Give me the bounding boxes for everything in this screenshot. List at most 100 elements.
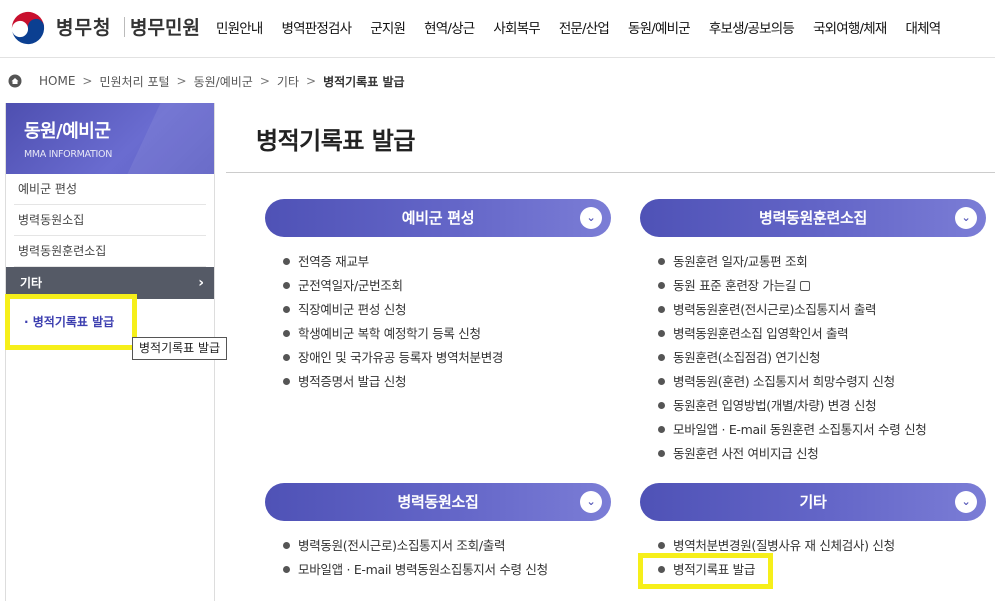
bullet-icon [658,258,665,265]
brand-name[interactable]: 병무청 [56,13,111,40]
section-header[interactable]: 기타 ⌄ [640,483,986,521]
bullet-icon [283,306,290,313]
bullet-icon [283,282,290,289]
government-logo-icon[interactable] [8,8,48,48]
section-list: 동원훈련 일자/교통편 조회 동원 표준 훈련장 가는길 병력동원훈련(전시근로… [640,250,986,466]
bullet-icon [283,330,290,337]
breadcrumb-separator: > [306,74,317,88]
gnb-item[interactable]: 전문/산업 [559,17,610,37]
bullet-icon [658,354,665,361]
highlight-box [5,294,137,350]
gnb-item[interactable]: 병역판정검사 [281,17,352,37]
breadcrumb-separator: > [82,74,93,88]
list-item-label: 동원 표준 훈련장 가는길 [673,278,797,293]
gnb-item[interactable]: 후보생/공보의등 [709,17,795,37]
global-nav: 민원안내 병역판정검사 군지원 현역/상근 사회복무 전문/산업 동원/예비군 … [216,17,959,37]
gnb-item[interactable]: 대체역 [905,17,941,37]
list-item-label: 동원훈련 사전 여비지급 신청 [673,446,819,461]
list-item[interactable]: 군전역일자/군번조회 [283,274,611,298]
section-title: 예비군 편성 [401,209,475,227]
list-item[interactable]: 동원훈련 일자/교통편 조회 [658,250,986,274]
section-title: 병력동원훈련소집 [758,209,867,227]
sidebar-item-reserve-formation[interactable]: 예비군 편성 [14,174,206,205]
section-header[interactable]: 병력동원소집 ⌄ [265,483,611,521]
section-header[interactable]: 병력동원훈련소집 ⌄ [640,199,986,237]
list-item-label: 병적증명서 발급 신청 [298,374,407,389]
bullet-icon [658,306,665,313]
gnb-item[interactable]: 군지원 [370,17,406,37]
section-mobilization-call: 병력동원소집 ⌄ 병력동원(전시근로)소집통지서 조회/출력 모바일앱 · E-… [265,483,611,582]
chevron-down-icon[interactable]: ⌄ [580,207,602,229]
list-item[interactable]: 모바일앱 · E-mail 동원훈련 소집통지서 수령 신청 [658,418,986,442]
list-item-label: 동원훈련(소집점검) 연기신청 [673,350,821,365]
breadcrumb-home[interactable]: HOME [39,74,75,88]
bullet-icon [283,378,290,385]
document-icon [800,281,811,291]
section-list: 병력동원(전시근로)소집통지서 조회/출력 모바일앱 · E-mail 병력동원… [265,534,611,582]
gnb-item[interactable]: 동원/예비군 [628,17,691,37]
breadcrumb-item[interactable]: 민원처리 포털 [99,73,169,90]
list-item-label: 장애인 및 국가유공 등록자 병역처분변경 [298,350,504,365]
tooltip: 병적기록표 발급 [132,337,228,360]
bullet-icon [283,542,290,549]
gnb-item[interactable]: 민원안내 [216,17,263,37]
list-item[interactable]: 직장예비군 편성 신청 [283,298,611,322]
list-item[interactable]: 모바일앱 · E-mail 병력동원소집통지서 수령 신청 [283,558,611,582]
title-divider [226,172,995,173]
section-title: 기타 [799,493,827,511]
list-item[interactable]: 학생예비군 복학 예정학기 등록 신청 [283,322,611,346]
section-header[interactable]: 예비군 편성 ⌄ [265,199,611,237]
list-item[interactable]: 동원훈련(소집점검) 연기신청 [658,346,986,370]
highlight-box [638,553,773,589]
breadcrumb-item[interactable]: 동원/예비군 [194,73,253,90]
list-item-label: 병력동원훈련소집 입영확인서 출력 [673,326,849,341]
sidebar-header: 동원/예비군 MMA INFORMATION [6,103,214,174]
list-item[interactable]: 병력동원훈련(전시근로)소집통지서 출력 [658,298,986,322]
list-item[interactable]: 동원 표준 훈련장 가는길 [658,274,986,298]
page-title: 병적기록표 발급 [256,127,415,155]
list-item-label: 동원훈련 일자/교통편 조회 [673,254,808,269]
sidebar-subtitle: MMA INFORMATION [24,149,113,160]
list-item[interactable]: 동원훈련 사전 여비지급 신청 [658,442,986,466]
section-mobilization-training: 병력동원훈련소집 ⌄ 동원훈련 일자/교통편 조회 동원 표준 훈련장 가는길 … [640,199,986,466]
list-item-label: 동원훈련 입영방법(개별/차량) 변경 신청 [673,398,877,413]
gnb-item[interactable]: 사회복무 [493,17,540,37]
breadcrumb-separator: > [176,74,187,88]
list-item[interactable]: 장애인 및 국가유공 등록자 병역처분변경 [283,346,611,370]
sidebar-item-mobilization-call[interactable]: 병력동원소집 [14,205,206,236]
gnb-item[interactable]: 국외여행/체재 [813,17,887,37]
list-item[interactable]: 동원훈련 입영방법(개별/차량) 변경 신청 [658,394,986,418]
bullet-icon [658,450,665,457]
sidebar-item-label: 기타 [20,276,43,290]
site-header: 병무청 병무민원 민원안내 병역판정검사 군지원 현역/상근 사회복무 전문/산… [0,0,995,58]
list-item-label: 모바일앱 · E-mail 동원훈련 소집통지서 수령 신청 [673,422,927,437]
home-icon[interactable] [8,74,22,88]
list-item-label: 군전역일자/군번조회 [298,278,403,293]
bullet-icon [658,426,665,433]
bullet-icon [283,258,290,265]
chevron-down-icon[interactable]: ⌄ [580,491,602,513]
gnb-item[interactable]: 현역/상근 [424,17,475,37]
sidebar-item-mobilization-training[interactable]: 병력동원훈련소집 [14,236,206,267]
list-item[interactable]: 전역증 재교부 [283,250,611,274]
bullet-icon [658,402,665,409]
brand-subtitle[interactable]: 병무민원 [130,13,200,40]
list-item[interactable]: 병력동원(훈련) 소집통지서 희망수령지 신청 [658,370,986,394]
bullet-icon [658,378,665,385]
list-item[interactable]: 병력동원(전시근로)소집통지서 조회/출력 [283,534,611,558]
section-title: 병력동원소집 [397,493,479,511]
chevron-right-icon: › [198,275,204,291]
breadcrumb-item[interactable]: 기타 [277,73,299,90]
list-item[interactable]: 병적증명서 발급 신청 [283,370,611,394]
section-reserve-formation: 예비군 편성 ⌄ 전역증 재교부 군전역일자/군번조회 직장예비군 편성 신청 … [265,199,611,394]
list-item-label: 병력동원(훈련) 소집통지서 희망수령지 신청 [673,374,895,389]
brand-divider [124,17,125,37]
chevron-down-icon[interactable]: ⌄ [955,491,977,513]
breadcrumb-current: 병적기록표 발급 [323,74,405,89]
list-item[interactable]: 병력동원훈련소집 입영확인서 출력 [658,322,986,346]
chevron-down-icon[interactable]: ⌄ [955,207,977,229]
list-item-label: 병력동원훈련(전시근로)소집통지서 출력 [673,302,877,317]
list-item-label: 병역처분변경원(질병사유 재 신체검사) 신청 [673,538,895,553]
bullet-icon [658,282,665,289]
bullet-icon [658,330,665,337]
